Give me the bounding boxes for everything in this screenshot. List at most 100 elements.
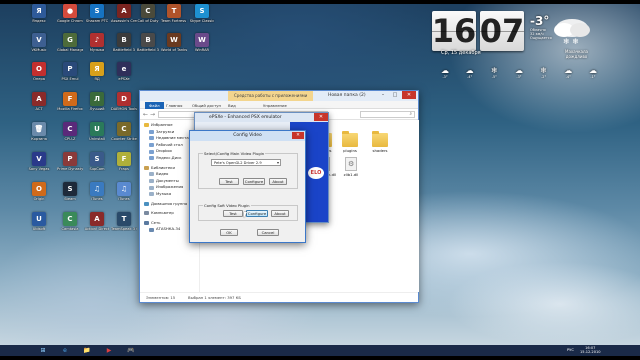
soft-test-button[interactable]: Test	[223, 210, 243, 217]
shortcut-label: Fraps	[119, 167, 129, 171]
config-titlebar[interactable]: Config Video ✕	[190, 131, 305, 141]
nav-favorites-header[interactable]: Избранное	[140, 122, 199, 129]
tab-view[interactable]: Вид	[228, 102, 236, 109]
desktop-shortcut[interactable]: V Sony Vegas	[26, 152, 52, 180]
tray-language[interactable]: РУС	[567, 345, 574, 356]
nav-item-icon	[149, 129, 154, 134]
desktop-shortcut[interactable]: 🗑 Корзина	[26, 122, 52, 150]
desktop-shortcut[interactable]: Л Лучший	[84, 92, 110, 120]
desktop-shortcut[interactable]: F Fraps	[111, 152, 137, 180]
cancel-button[interactable]: Cancel	[257, 229, 279, 236]
search-input[interactable]: ⌕	[360, 111, 415, 118]
desktop-shortcut[interactable]: e ePSXe	[111, 62, 137, 90]
nav-item-label: Избранное	[151, 122, 173, 127]
desktop-shortcut[interactable]: ♫ iTunes	[84, 182, 110, 210]
desktop-shortcut[interactable]: ♫ iTunes	[111, 182, 137, 210]
shortcut-icon: C	[117, 122, 131, 136]
explorer-titlebar[interactable]: Средства работы с приложениями Новая пап…	[140, 91, 418, 101]
explorer-icon[interactable]: 📁	[82, 346, 92, 355]
desktop-shortcut[interactable]: ● Google Chrome	[57, 4, 83, 32]
desktop-shortcut[interactable]: G Global Manager	[57, 33, 83, 61]
shortcut-label: Корзина	[31, 137, 47, 141]
desktop-shortcut[interactable]: C Call of Duty	[135, 4, 161, 32]
tray-clock[interactable]: 16:07 15.12.2010	[580, 346, 601, 355]
shortcut-icon: S	[63, 182, 77, 196]
desktop-shortcut[interactable]: F Mozilla Firefox	[57, 92, 83, 120]
tab-home[interactable]: Главная	[166, 102, 182, 109]
desktop-shortcut[interactable]: A ACT	[26, 92, 52, 120]
desktop-shortcut[interactable]: W WinRAR	[189, 33, 215, 61]
desktop-shortcut[interactable]: P Prime Dynasty	[57, 152, 83, 180]
desktop-shortcut[interactable]: S Skype Classic	[189, 4, 215, 32]
maximize-button[interactable]: □	[390, 91, 400, 99]
ie-icon[interactable]: e	[60, 346, 70, 355]
main-about-button[interactable]: About	[269, 178, 287, 185]
minimize-button[interactable]: –	[378, 91, 388, 99]
desktop-shortcut[interactable]: A Action! Direct	[84, 212, 110, 240]
media-icon[interactable]: ▶	[104, 346, 114, 355]
nav-item-icon	[149, 172, 154, 177]
app-tools-tab[interactable]: Средства работы с приложениями	[228, 91, 314, 101]
tab-manage[interactable]: Управление	[263, 102, 287, 109]
nav-item-label: Яндекс.Диск	[156, 154, 182, 160]
back-arrow-icon[interactable]: ←	[143, 111, 148, 118]
item-name: zlib1.dll	[343, 172, 359, 177]
close-button[interactable]: ✕	[402, 91, 416, 99]
shortcut-label: Camtasia	[61, 227, 79, 231]
desktop-shortcut[interactable]: T Team Fortress 2	[161, 4, 187, 32]
desktop-shortcut[interactable]: U Uninstall	[84, 122, 110, 150]
desktop-shortcut[interactable]: C Camtasia	[57, 212, 83, 240]
file-tab[interactable]: Файл	[145, 102, 164, 109]
shortcut-label: DAEMON Tools	[111, 107, 137, 111]
desktop-shortcut[interactable]: S SupCom	[84, 152, 110, 180]
video-plugin-select[interactable]: Pete's OpenGL2 Driver 2.9 ▾	[211, 159, 281, 166]
nav-item-label: Изображения	[156, 184, 184, 190]
desktop-shortcut[interactable]: O Origin	[26, 182, 52, 210]
desktop-shortcut[interactable]: Я ЯД	[84, 62, 110, 90]
config-close-button[interactable]: ✕	[292, 132, 304, 139]
shortcut-icon: P	[63, 62, 77, 76]
shortcut-label: Battlefield 3	[137, 48, 159, 52]
desktop-shortcut[interactable]: O Опера	[26, 62, 52, 90]
tab-share[interactable]: Общий доступ	[192, 102, 221, 109]
epsxe-close-button[interactable]: ✕	[314, 113, 328, 121]
desktop-shortcut[interactable]: Я Яндекс	[26, 4, 52, 32]
main-test-button[interactable]: Test	[219, 178, 239, 185]
file-item[interactable]: zlib1.dll	[338, 157, 364, 177]
epsxe-logo: ELO	[308, 167, 324, 179]
taskbar: ⊞ e 📁 ▶ 🎮 РУС 16:07 15.12.2010	[0, 345, 640, 356]
shortcut-label: iTunes	[91, 197, 103, 201]
shortcut-label: Mozilla Firefox	[57, 107, 83, 111]
start-icon[interactable]: ⊞	[38, 346, 48, 355]
desktop-shortcut[interactable]: D DAEMON Tools	[111, 92, 137, 120]
weather-icon: ❄	[490, 66, 498, 75]
soft-configure-button[interactable]: Configure	[246, 210, 268, 217]
soft-about-button[interactable]: About	[271, 210, 289, 217]
desktop-shortcut[interactable]: W World of Tanks	[161, 33, 187, 61]
desktop-shortcut[interactable]: S Shazam PTC	[84, 4, 110, 32]
folder-item[interactable]: plugins	[337, 131, 363, 153]
desktop-shortcut[interactable]: B Battlefield 3	[135, 33, 161, 61]
desktop-shortcut[interactable]: U Ubisoft	[26, 212, 52, 240]
folder-item[interactable]: shaders	[367, 131, 393, 153]
forecast-temp: -4°	[565, 75, 571, 79]
ok-button[interactable]: OK	[220, 229, 238, 236]
desktop-shortcut[interactable]: TTeamSpeak 3 Client	[111, 212, 137, 240]
desktop-shortcut[interactable]: V VKMusic	[26, 33, 52, 61]
desktop-shortcut[interactable]: C Counter Strike	[111, 122, 137, 150]
desktop-shortcut[interactable]: S Steam	[57, 182, 83, 210]
desktop-shortcut[interactable]: B Battlefield 3	[111, 33, 137, 61]
forecast-day: ☁ -4°	[557, 66, 579, 84]
shortcut-icon: U	[32, 212, 46, 226]
desktop-shortcut[interactable]: AAssassin's Creed	[111, 4, 137, 32]
gamepad-icon[interactable]: 🎮	[126, 346, 136, 355]
shortcut-icon: C	[141, 4, 155, 18]
desktop-shortcut[interactable]: C CPU-Z	[57, 122, 83, 150]
weather-current: -3° Облачно 32 км/ч Ощущается	[530, 14, 552, 41]
main-configure-button[interactable]: Configure	[243, 178, 265, 185]
epsxe-titlebar[interactable]: ePSXe - Enhanced PSX emulator ✕	[195, 113, 328, 122]
desktop-shortcut[interactable]: ♪ Музыка	[84, 33, 110, 61]
desktop-shortcut[interactable]: P PSX Emul	[57, 62, 83, 90]
shortcut-icon: S	[195, 4, 209, 18]
forward-arrow-icon[interactable]: →	[150, 111, 155, 118]
